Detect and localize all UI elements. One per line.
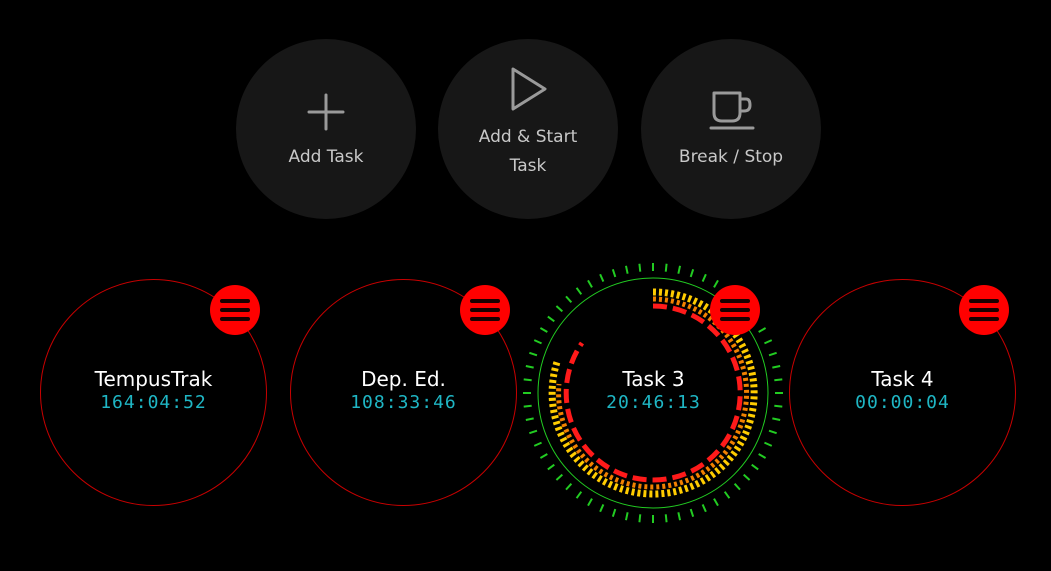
break-stop-label: Break / Stop	[678, 146, 784, 167]
tick-mark	[611, 269, 617, 278]
tick-mark	[555, 305, 564, 313]
tick-mark	[599, 273, 605, 282]
break-stop-button[interactable]: Break / Stop	[641, 39, 821, 219]
task-name: Task 3	[622, 366, 685, 391]
tick-mark	[758, 327, 767, 333]
hamburger-icon	[220, 299, 250, 303]
tick-mark	[523, 378, 532, 382]
hamburger-icon	[969, 299, 999, 303]
app-stage: Add Task Add & Start Task Break / Stop T…	[0, 0, 1051, 571]
play-icon	[511, 67, 547, 111]
task-name: TempusTrak	[94, 366, 213, 391]
tick-mark	[611, 508, 617, 517]
tick-mark	[525, 417, 534, 422]
tick-mark	[733, 482, 741, 491]
tick-mark	[677, 265, 682, 274]
tick-mark	[713, 279, 719, 288]
task-name: Dep. Ed.	[361, 366, 446, 391]
task-timer: 164:04:52	[100, 391, 207, 413]
add-start-task-button[interactable]: Add & Start Task	[438, 39, 618, 219]
tick-mark	[701, 273, 707, 282]
tick-mark	[742, 473, 751, 481]
task-timer: 108:33:46	[350, 391, 457, 413]
tick-mark	[533, 441, 542, 447]
tick-mark	[772, 364, 781, 369]
tick-mark	[624, 512, 629, 521]
tick-mark	[774, 404, 783, 408]
tick-mark	[638, 263, 642, 272]
task-1-menu-button[interactable]	[210, 285, 260, 335]
tick-mark	[774, 378, 783, 382]
tick-mark	[533, 339, 542, 345]
task-timer: 20:46:13	[606, 391, 701, 413]
tick-mark	[547, 315, 555, 323]
tick-mark	[565, 482, 573, 491]
tick-mark	[768, 429, 777, 435]
tick-mark	[539, 453, 548, 459]
tick-mark	[723, 491, 731, 499]
plus-icon	[307, 93, 345, 130]
tick-mark	[529, 429, 538, 435]
task-timer: 00:00:04	[855, 391, 950, 413]
task-3-menu-button[interactable]	[710, 285, 760, 335]
tick-mark	[547, 463, 555, 471]
coffee-cup-icon	[709, 91, 755, 129]
tick-mark	[664, 514, 668, 523]
tick-mark	[768, 351, 777, 357]
tick-mark	[599, 504, 605, 513]
tick-mark	[575, 491, 583, 499]
tick-mark	[772, 417, 781, 422]
tick-mark	[575, 287, 583, 295]
tick-mark	[701, 504, 707, 513]
task-name: Task 4	[871, 366, 934, 391]
tick-mark	[638, 514, 642, 523]
tick-mark	[523, 404, 532, 408]
tick-mark	[764, 441, 773, 447]
hamburger-icon	[720, 299, 750, 303]
add-start-task-label: Add & Start Task	[478, 127, 578, 176]
tick-mark	[758, 453, 767, 459]
tick-mark	[525, 364, 534, 369]
tick-mark	[565, 295, 573, 304]
tick-mark	[555, 473, 564, 481]
tick-mark	[713, 498, 719, 507]
tick-mark	[689, 269, 695, 278]
tick-mark	[664, 263, 668, 272]
add-task-label: Add Task	[288, 146, 364, 167]
tick-mark	[587, 498, 593, 507]
add-task-button[interactable]: Add Task	[236, 39, 416, 219]
tick-mark	[539, 327, 548, 333]
tick-mark	[529, 351, 538, 357]
tick-mark	[689, 508, 695, 517]
tick-mark	[751, 463, 759, 471]
tick-mark	[677, 512, 682, 521]
task-4-menu-button[interactable]	[959, 285, 1009, 335]
tick-mark	[764, 339, 773, 345]
tick-mark	[587, 279, 593, 288]
tick-mark	[624, 265, 629, 274]
task-2-menu-button[interactable]	[460, 285, 510, 335]
hamburger-icon	[470, 299, 500, 303]
